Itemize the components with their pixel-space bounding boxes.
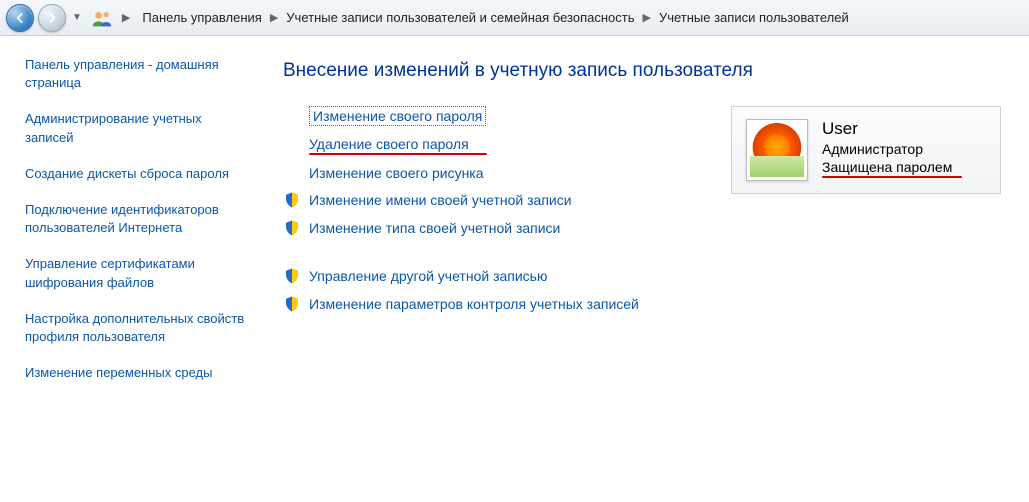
arrow-right-icon <box>45 11 59 25</box>
action-delete-password[interactable]: Удаление своего пароля <box>309 136 469 152</box>
content: Панель управления - домашняя страница Ад… <box>0 36 1029 502</box>
annotation-underline <box>309 153 487 155</box>
action-change-type[interactable]: Изменение типа своей учетной записи <box>309 220 560 236</box>
crumb-control-panel[interactable]: Панель управления <box>136 6 267 29</box>
breadcrumb: Панель управления ▶ Учетные записи польз… <box>136 6 854 29</box>
breadcrumb-root-arrow[interactable]: ▶ <box>120 11 132 24</box>
history-dropdown[interactable]: ▼ <box>70 12 84 23</box>
shield-icon <box>283 219 301 237</box>
sidebar-item-online-ids[interactable]: Подключение идентификаторов пользователе… <box>25 201 245 237</box>
sidebar-item-reset-disk[interactable]: Создание дискеты сброса пароля <box>25 165 245 183</box>
action-uac-settings[interactable]: Изменение параметров контроля учетных за… <box>309 296 639 312</box>
annotation-underline <box>822 176 962 178</box>
shield-icon <box>283 267 301 285</box>
action-change-name[interactable]: Изменение имени своей учетной записи <box>309 192 572 208</box>
avatar-image <box>750 123 804 177</box>
actions-list: Изменение своего пароля Удаление своего … <box>283 106 711 323</box>
arrow-left-icon <box>13 11 27 25</box>
page-title: Внесение изменений в учетную запись поль… <box>283 60 1001 82</box>
user-accounts-icon <box>92 8 112 28</box>
chevron-right-icon[interactable]: ▶ <box>640 11 652 24</box>
sidebar-item-home[interactable]: Панель управления - домашняя страница <box>25 56 245 92</box>
account-card: User Администратор Защищена паролем <box>731 106 1001 194</box>
forward-button[interactable] <box>38 4 66 32</box>
shield-icon <box>283 191 301 209</box>
sidebar: Панель управления - домашняя страница Ад… <box>0 36 255 502</box>
main-panel: Внесение изменений в учетную запись поль… <box>255 36 1029 502</box>
toolbar: ▼ ▶ Панель управления ▶ Учетные записи п… <box>0 0 1029 36</box>
account-name: User <box>822 119 952 139</box>
account-role: Администратор <box>822 141 952 157</box>
account-protected: Защищена паролем <box>822 159 952 175</box>
sidebar-item-profile-props[interactable]: Настройка дополнительных свойств профиля… <box>25 310 245 346</box>
avatar <box>746 119 808 181</box>
action-change-password[interactable]: Изменение своего пароля <box>309 106 486 126</box>
back-button[interactable] <box>6 4 34 32</box>
crumb-users-family[interactable]: Учетные записи пользователей и семейная … <box>280 6 640 29</box>
action-manage-other[interactable]: Управление другой учетной записью <box>309 268 547 284</box>
sidebar-item-admin-accounts[interactable]: Администрирование учетных записей <box>25 110 245 146</box>
sidebar-item-env-vars[interactable]: Изменение переменных среды <box>25 364 245 382</box>
shield-icon <box>283 295 301 313</box>
action-change-picture[interactable]: Изменение своего рисунка <box>309 165 484 181</box>
crumb-user-accounts[interactable]: Учетные записи пользователей <box>653 6 855 29</box>
sidebar-item-certificates[interactable]: Управление сертификатами шифрования файл… <box>25 255 245 291</box>
chevron-right-icon[interactable]: ▶ <box>268 11 280 24</box>
